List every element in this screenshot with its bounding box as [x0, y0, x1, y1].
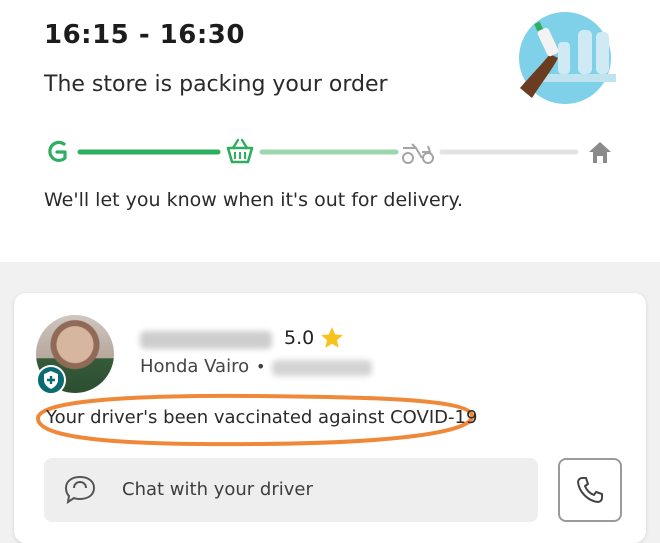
chat-bubble-icon	[64, 475, 96, 505]
delivery-note: We'll let you know when it's out for del…	[44, 189, 464, 211]
vehicle-separator: •	[256, 357, 266, 376]
home-icon	[589, 142, 611, 163]
driver-name-redacted	[140, 331, 272, 349]
call-driver-button[interactable]	[558, 458, 622, 522]
packing-illustration	[519, 12, 616, 104]
star-icon	[321, 327, 343, 348]
order-status-card: 16:15 - 16:30 The store is packing your …	[0, 0, 660, 262]
phone-icon	[577, 477, 603, 503]
license-plate-redacted	[272, 360, 372, 376]
basket-icon	[226, 138, 254, 166]
driver-rating: 5.0	[284, 327, 315, 349]
vaccination-text: Your driver's been vaccinated against CO…	[46, 407, 478, 428]
vehicle-model: Honda Vairo	[140, 356, 250, 377]
chat-with-driver-button[interactable]: Chat with your driver	[44, 458, 538, 522]
grab-logo-icon	[48, 140, 67, 162]
chat-button-label: Chat with your driver	[122, 479, 313, 500]
scooter-icon	[402, 143, 434, 164]
eta-window: 16:15 - 16:30	[44, 20, 245, 50]
vaccination-notice: Your driver's been vaccinated against CO…	[28, 389, 478, 449]
driver-card: 5.0 Honda Vairo • Your driver's been vac…	[14, 293, 646, 543]
status-headline: The store is packing your order	[44, 72, 388, 97]
delivery-progress-tracker	[48, 138, 611, 166]
